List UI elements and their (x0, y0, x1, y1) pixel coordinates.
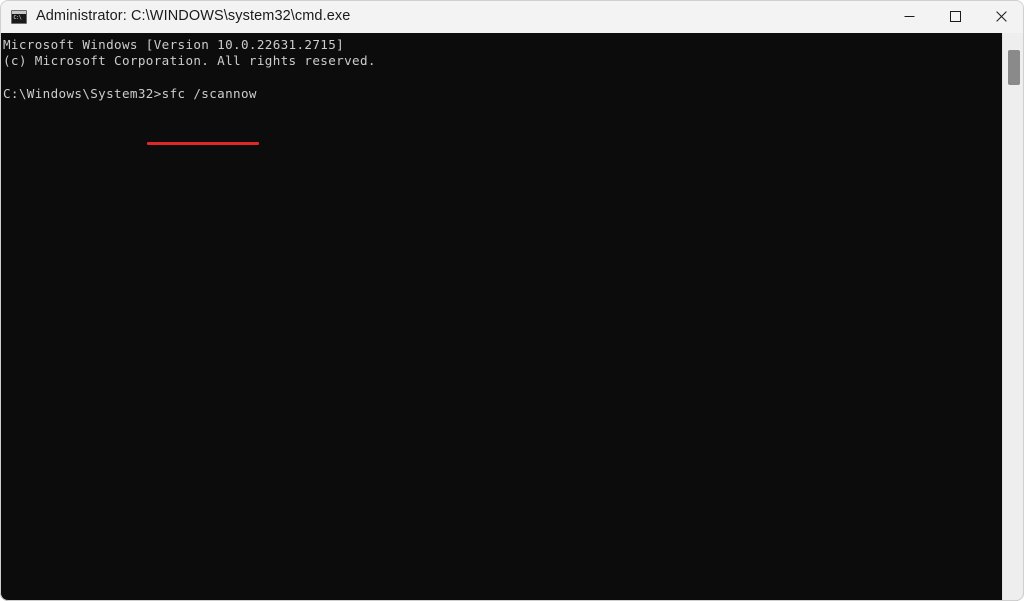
command-prompt-window: C:\ Administrator: C:\WINDOWS\system32\c… (0, 0, 1024, 601)
close-button[interactable] (978, 0, 1024, 33)
red-underline-annotation (147, 142, 259, 145)
scrollbar-thumb[interactable] (1008, 50, 1020, 85)
console-output-area[interactable]: Microsoft Windows [Version 10.0.22631.27… (0, 33, 1024, 601)
vertical-scrollbar[interactable] (1002, 33, 1024, 601)
console-icon-glyph: C:\ (13, 15, 22, 21)
console-text: Microsoft Windows [Version 10.0.22631.27… (3, 37, 376, 101)
maximize-icon (949, 11, 961, 22)
window-title: Administrator: C:\WINDOWS\system32\cmd.e… (36, 8, 351, 24)
title-bar[interactable]: C:\ Administrator: C:\WINDOWS\system32\c… (0, 0, 1024, 33)
console-window-icon: C:\ (11, 9, 27, 24)
window-controls (886, 0, 1024, 33)
minimize-icon (904, 16, 914, 17)
maximize-button[interactable] (932, 0, 978, 33)
close-icon (995, 11, 1007, 22)
minimize-button[interactable] (886, 0, 932, 33)
